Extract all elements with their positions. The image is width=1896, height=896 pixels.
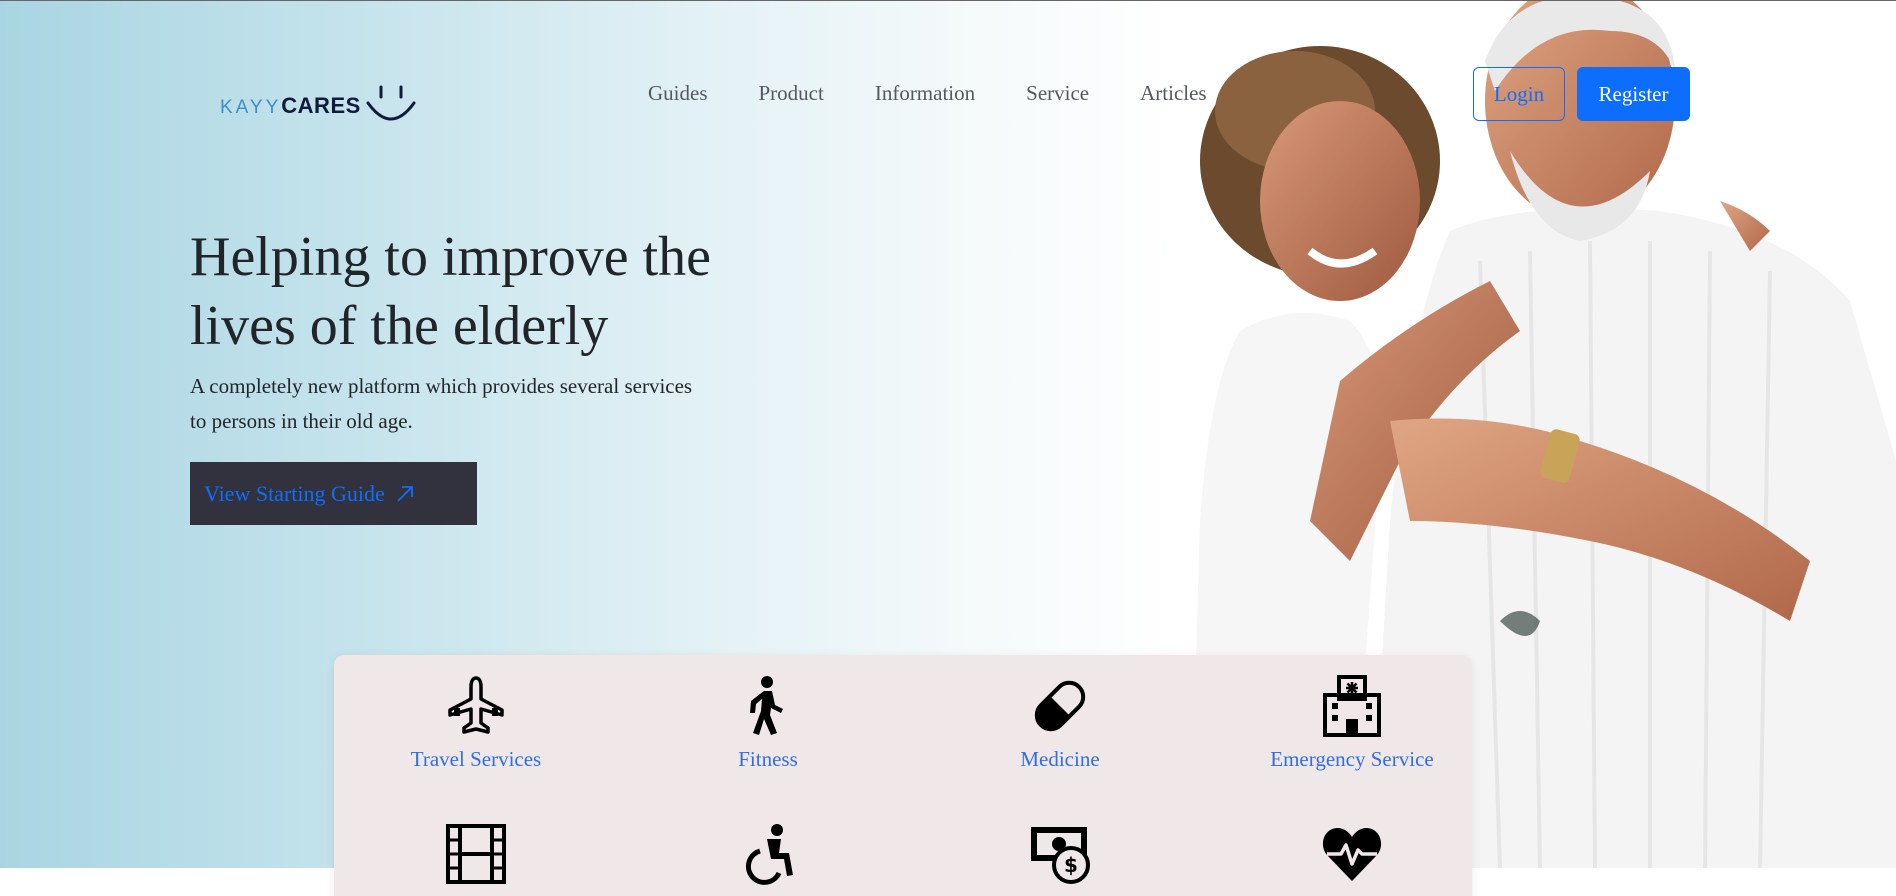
service-label: Medicine — [1020, 747, 1100, 771]
services-panel: Travel Services Fitness Medicine Emergen… — [334, 655, 1472, 896]
service-medicine[interactable]: Medicine — [940, 675, 1180, 772]
smile-icon — [366, 85, 416, 121]
service-health[interactable] — [1232, 823, 1472, 885]
film-icon — [446, 824, 506, 884]
view-starting-guide-button[interactable]: View Starting Guide — [190, 462, 477, 525]
service-label: Travel Services — [410, 747, 542, 771]
service-label: Emergency Service — [1270, 747, 1434, 771]
service-emergency[interactable]: Emergency Service — [1232, 675, 1472, 772]
brand-logo[interactable]: KAYY CARES — [220, 85, 417, 121]
cta-label: View Starting Guide — [204, 480, 385, 506]
main-nav: Guides Product Information Service Artic… — [648, 81, 1207, 106]
nav-item-guides[interactable]: Guides — [648, 81, 708, 106]
wheelchair-icon — [745, 824, 793, 885]
login-button[interactable]: Login — [1473, 67, 1565, 121]
service-finance[interactable]: $ — [940, 823, 1180, 885]
nav-item-articles[interactable]: Articles — [1140, 81, 1206, 106]
service-travel[interactable]: Travel Services — [356, 675, 596, 772]
hero-subtext: A completely new platform which provides… — [190, 374, 693, 433]
brand-name-bold: CARES — [281, 93, 361, 118]
service-accessibility[interactable] — [648, 823, 888, 885]
brand-name-light: KAYY — [220, 97, 282, 118]
nav-item-service[interactable]: Service — [1026, 81, 1089, 106]
nav-item-information[interactable]: Information — [875, 81, 975, 106]
svg-text:$: $ — [1064, 853, 1078, 877]
service-label: Fitness — [738, 747, 798, 771]
service-fitness[interactable]: Fitness — [648, 675, 888, 772]
hospital-icon — [1323, 675, 1381, 737]
arrow-up-right-icon — [397, 485, 413, 502]
service-entertainment[interactable] — [356, 823, 596, 885]
money-icon: $ — [1031, 827, 1090, 884]
capsule-icon — [1034, 680, 1086, 732]
airplane-icon — [448, 676, 504, 734]
register-button[interactable]: Register — [1577, 67, 1690, 121]
walking-person-icon — [750, 676, 783, 735]
hero-headline: Helping to improve the lives of the elde… — [190, 226, 712, 357]
heart-pulse-icon — [1322, 828, 1382, 881]
nav-item-product[interactable]: Product — [759, 81, 824, 106]
